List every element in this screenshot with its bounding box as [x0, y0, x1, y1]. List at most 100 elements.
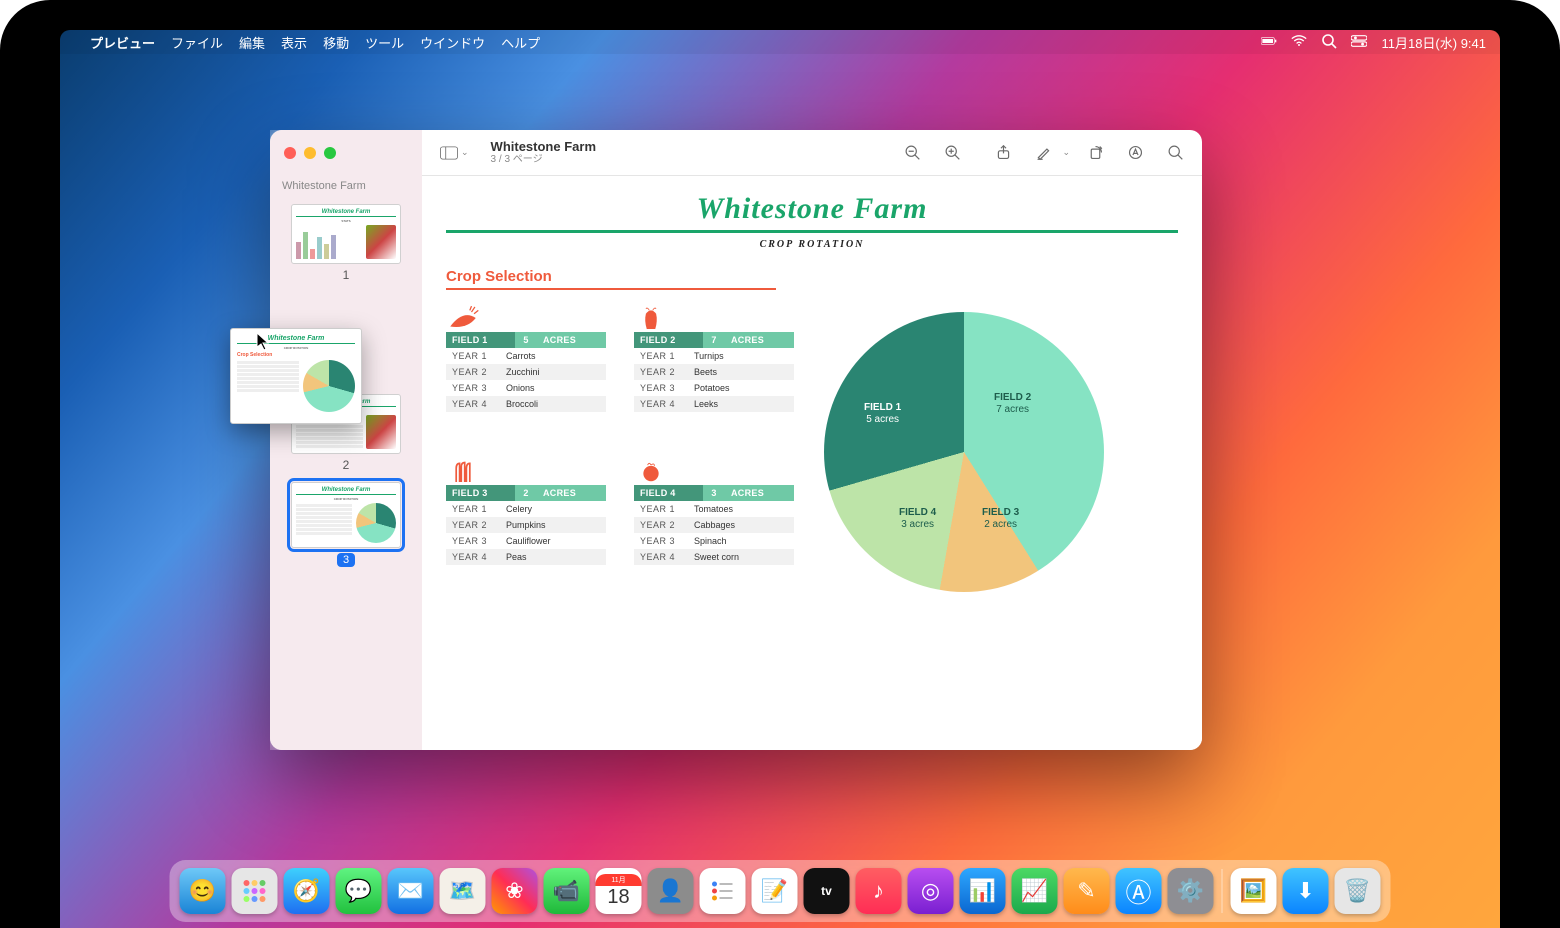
- dock-app-music[interactable]: ♪: [856, 868, 902, 914]
- section-rule: [446, 288, 776, 290]
- dock-downloads[interactable]: ⬇: [1283, 868, 1329, 914]
- dock-app-finder[interactable]: 😊: [180, 868, 226, 914]
- dock-app-calendar[interactable]: 11月 18: [596, 868, 642, 914]
- table-row: YEAR 4Leeks: [634, 396, 794, 412]
- sidebar-toggle-button[interactable]: ⌄: [434, 142, 475, 164]
- dock-trash[interactable]: 🗑️: [1335, 868, 1381, 914]
- window-subtitle: 3 / 3 ページ: [491, 154, 596, 165]
- window-title: Whitestone Farm: [491, 140, 596, 154]
- pie-label-field3: FIELD 32 acres: [982, 507, 1019, 531]
- table-row: YEAR 4Sweet corn: [634, 549, 794, 565]
- zoom-out-button[interactable]: [897, 139, 927, 167]
- table-row: YEAR 1Tomatoes: [634, 501, 794, 517]
- window-controls: [270, 130, 422, 176]
- document-subtitle: CROP ROTATION: [446, 239, 1178, 250]
- table-row: YEAR 2Zucchini: [446, 364, 606, 380]
- table-row: YEAR 2Cabbages: [634, 517, 794, 533]
- thumb2-table: [296, 424, 363, 449]
- field-table-1: FIELD 15ACRESYEAR 1CarrotsYEAR 2Zucchini…: [446, 302, 606, 439]
- dock-app-facetime[interactable]: 📹: [544, 868, 590, 914]
- title-rule: [446, 230, 1178, 233]
- share-button[interactable]: [988, 139, 1018, 167]
- dock-app-mail[interactable]: ✉️: [388, 868, 434, 914]
- pie-label-field2: FIELD 27 acres: [994, 392, 1031, 416]
- table-row: YEAR 2Pumpkins: [446, 517, 606, 533]
- rotate-button[interactable]: [1080, 139, 1110, 167]
- chevron-down-icon: ⌄: [461, 147, 469, 158]
- calendar-day: 18: [607, 886, 629, 909]
- menu-tools[interactable]: ツール: [365, 33, 404, 52]
- thumb-title: Whitestone Farm: [237, 335, 355, 344]
- table-row: YEAR 2Beets: [634, 364, 794, 380]
- acreage-pie-chart: FIELD 15 acres FIELD 27 acres FIELD 32 a…: [824, 312, 1104, 592]
- dock-app-photos[interactable]: ❀: [492, 868, 538, 914]
- table-row: YEAR 1Celery: [446, 501, 606, 517]
- dock-app-messages[interactable]: 💬: [336, 868, 382, 914]
- pie-slices: [824, 312, 1104, 592]
- dock-app-contacts[interactable]: 👤: [648, 868, 694, 914]
- drag-thumb-tables: [237, 360, 299, 420]
- highlight-button[interactable]: [1028, 139, 1058, 167]
- section-heading: Crop Selection: [446, 268, 1178, 285]
- dock-app-podcasts[interactable]: ◎: [908, 868, 954, 914]
- crop-icon: [634, 455, 794, 485]
- document-title: Whitestone Farm: [446, 192, 1178, 226]
- dock-app-preview[interactable]: 🖼️: [1231, 868, 1277, 914]
- table-header: FIELD 32ACRES: [446, 485, 606, 501]
- close-button[interactable]: [284, 147, 296, 159]
- menu-window[interactable]: ウインドウ: [420, 33, 485, 52]
- thumb-title: Whitestone Farm: [296, 209, 396, 217]
- highlight-chevron-icon[interactable]: ⌄: [1062, 147, 1070, 158]
- minimize-button[interactable]: [304, 147, 316, 159]
- table-row: YEAR 3Potatoes: [634, 380, 794, 396]
- thumb-sub: CROP ROTATION: [237, 346, 355, 350]
- drag-thumb-pie: [303, 360, 355, 412]
- table-row: YEAR 1Turnips: [634, 348, 794, 364]
- toolbar: ⌄ Whitestone Farm 3 / 3 ページ ⌄: [422, 130, 1202, 176]
- laptop-frame: プレビュー ファイル 編集 表示 移動 ツール ウインドウ ヘルプ 11月18日…: [0, 0, 1560, 928]
- preview-window: Whitestone Farm Whitestone Farm STATS: [270, 130, 1202, 750]
- dock-app-pages[interactable]: ✎: [1064, 868, 1110, 914]
- table-header: FIELD 43ACRES: [634, 485, 794, 501]
- markup-button[interactable]: [1120, 139, 1150, 167]
- page-thumbnail-3[interactable]: Whitestone Farm CROP ROTATION: [291, 482, 401, 548]
- dock-app-maps[interactable]: 🗺️: [440, 868, 486, 914]
- table-header: FIELD 15ACRES: [446, 332, 606, 348]
- crop-icon: [446, 455, 606, 485]
- control-center-icon[interactable]: [1351, 33, 1367, 52]
- thumb2-image: [366, 415, 396, 449]
- search-button[interactable]: [1160, 139, 1190, 167]
- thumb3-pie: [356, 503, 396, 543]
- zoom-in-button[interactable]: [937, 139, 967, 167]
- app-menu[interactable]: プレビュー: [90, 33, 155, 52]
- page-label-3: 3: [280, 552, 412, 566]
- dock-app-keynote[interactable]: 📊: [960, 868, 1006, 914]
- fullscreen-button[interactable]: [324, 147, 336, 159]
- dock-app-tv[interactable]: tv: [804, 868, 850, 914]
- menubar-datetime[interactable]: 11月18日(水) 9:41: [1381, 33, 1486, 52]
- thumb1-image: [366, 225, 396, 259]
- spotlight-icon[interactable]: [1321, 33, 1337, 52]
- dragged-thumbnail[interactable]: Whitestone Farm CROP ROTATION Crop Selec…: [230, 328, 362, 424]
- menu-edit[interactable]: 編集: [239, 33, 265, 52]
- dock-app-appstore[interactable]: Ⓐ: [1116, 868, 1162, 914]
- dock-app-launchpad[interactable]: [232, 868, 278, 914]
- page-thumbnail-1[interactable]: Whitestone Farm STATS: [291, 204, 401, 264]
- wifi-icon[interactable]: [1291, 33, 1307, 52]
- dock-app-reminders[interactable]: [700, 868, 746, 914]
- pie-label-field4: FIELD 43 acres: [899, 507, 936, 531]
- battery-icon[interactable]: [1261, 33, 1277, 52]
- menu-help[interactable]: ヘルプ: [501, 33, 540, 52]
- dock-app-notes[interactable]: 📝: [752, 868, 798, 914]
- dock-app-safari[interactable]: 🧭: [284, 868, 330, 914]
- desktop: プレビュー ファイル 編集 表示 移動 ツール ウインドウ ヘルプ 11月18日…: [60, 30, 1500, 928]
- dock-app-settings[interactable]: ⚙️: [1168, 868, 1214, 914]
- menu-file[interactable]: ファイル: [171, 33, 223, 52]
- crop-icon: [446, 302, 606, 332]
- menu-go[interactable]: 移動: [323, 33, 349, 52]
- menu-view[interactable]: 表示: [281, 33, 307, 52]
- field-table-4: FIELD 43ACRESYEAR 1TomatoesYEAR 2Cabbage…: [634, 455, 794, 592]
- dock-app-numbers[interactable]: 📈: [1012, 868, 1058, 914]
- table-row: YEAR 4Broccoli: [446, 396, 606, 412]
- menubar: プレビュー ファイル 編集 表示 移動 ツール ウインドウ ヘルプ 11月18日…: [60, 30, 1500, 54]
